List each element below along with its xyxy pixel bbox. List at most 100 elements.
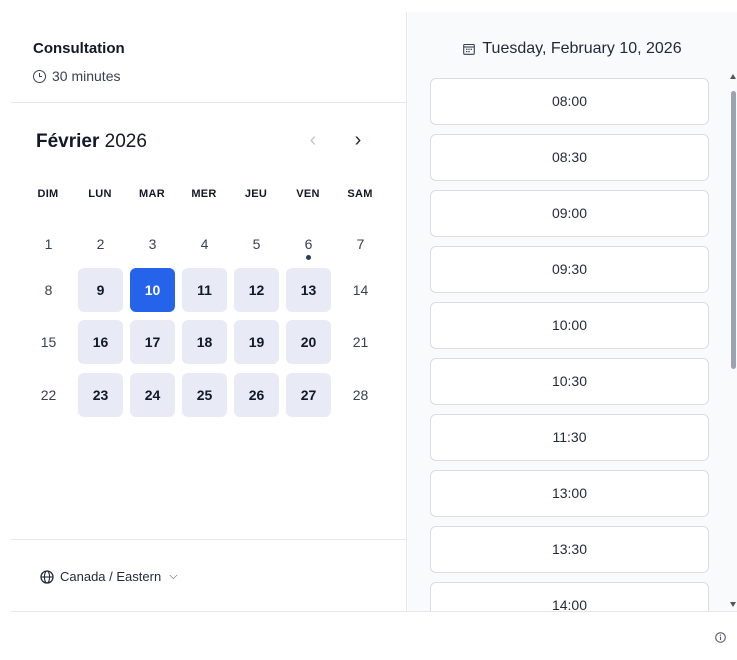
info-icon[interactable] <box>715 632 726 643</box>
selected-date: Tuesday, February 10, 2026 <box>482 40 682 57</box>
calendar-day-available[interactable]: 24 <box>130 373 175 417</box>
weekday-label: MER <box>191 188 217 200</box>
calendar-day-available[interactable]: 19 <box>234 320 279 364</box>
day-number: 22 <box>40 387 57 403</box>
footer-divider <box>11 611 737 612</box>
time-slot-button[interactable]: 14:00 <box>430 582 709 611</box>
day-number: 27 <box>300 387 317 403</box>
day-number: 26 <box>248 387 265 403</box>
day-number: 18 <box>196 334 213 350</box>
day-number: 16 <box>92 334 109 350</box>
timezone-divider <box>11 539 407 540</box>
clock-icon <box>33 69 46 83</box>
calendar-day: 15 <box>26 320 71 364</box>
selected-date-header: Tuesday, February 10, 2026 <box>408 40 737 58</box>
time-slot-button[interactable]: 13:00 <box>430 470 709 517</box>
calendar-day-available[interactable]: 11 <box>182 268 227 312</box>
time-slot-button[interactable]: 08:00 <box>430 78 709 125</box>
scroll-thumb[interactable] <box>731 91 736 369</box>
day-number: 9 <box>96 282 105 298</box>
day-number: 23 <box>92 387 109 403</box>
time-slot-button[interactable]: 11:30 <box>430 414 709 461</box>
day-number: 28 <box>352 387 369 403</box>
calendar-day: 14 <box>338 268 383 312</box>
weekday-label: MAR <box>139 188 165 200</box>
calendar-day-available[interactable]: 27 <box>286 373 331 417</box>
time-slot-button[interactable]: 09:00 <box>430 190 709 237</box>
day-number: 17 <box>144 334 161 350</box>
time-slot-button[interactable]: 09:30 <box>430 246 709 293</box>
calendar-day-available[interactable]: 13 <box>286 268 331 312</box>
timezone-selector[interactable]: Canada / Eastern ⌵ <box>40 569 178 584</box>
day-number: 25 <box>196 387 213 403</box>
calendar-day: 2 <box>78 222 123 266</box>
calendar-day: 5 <box>234 222 279 266</box>
event-header: Consultation 30 minutes <box>11 12 407 103</box>
calendar-icon <box>463 43 476 55</box>
day-number: 20 <box>300 334 317 350</box>
calendar-day-available[interactable]: 17 <box>130 320 175 364</box>
calendar-day: 21 <box>338 320 383 364</box>
day-number: 5 <box>252 236 261 252</box>
calendar-day-selected[interactable]: 10 <box>130 268 175 312</box>
month-year: 2026 <box>104 131 147 152</box>
day-number: 4 <box>200 236 209 252</box>
calendar-day-available[interactable]: 26 <box>234 373 279 417</box>
time-slot-button[interactable]: 10:00 <box>430 302 709 349</box>
scroll-up-arrow[interactable] <box>730 74 736 79</box>
time-slot-button[interactable]: 13:30 <box>430 526 709 573</box>
weekday-label: SAM <box>347 188 373 200</box>
day-number: 1 <box>44 236 53 252</box>
calendar-day-available[interactable]: 25 <box>182 373 227 417</box>
chevron-left-icon: ‹ <box>309 129 317 151</box>
month-name: Février <box>36 131 100 152</box>
time-slot-button[interactable]: 08:30 <box>430 134 709 181</box>
timezone-label: Canada / Eastern <box>60 569 162 584</box>
previous-month-button[interactable]: ‹ <box>301 128 325 154</box>
event-title: Consultation <box>33 40 125 57</box>
chevron-down-icon: ⌵ <box>169 570 178 582</box>
day-number: 2 <box>96 236 105 252</box>
event-duration: 30 minutes <box>33 68 120 84</box>
today-indicator-dot <box>306 255 311 260</box>
calendar-day: 4 <box>182 222 227 266</box>
day-number: 21 <box>352 334 369 350</box>
calendar-day-available[interactable]: 12 <box>234 268 279 312</box>
day-number: 12 <box>248 282 265 298</box>
calendar-day: 28 <box>338 373 383 417</box>
month-label: Février 2026 <box>36 131 147 153</box>
time-slot-button[interactable]: 10:30 <box>430 358 709 405</box>
calendar-day-available[interactable]: 20 <box>286 320 331 364</box>
chevron-right-icon: › <box>354 129 362 151</box>
next-month-button[interactable]: › <box>346 128 370 154</box>
day-number: 8 <box>44 282 53 298</box>
calendar-panel: Consultation 30 minutes Février 2026 ‹ ›… <box>11 12 407 611</box>
day-number: 14 <box>352 282 369 298</box>
calendar-day-available[interactable]: 9 <box>78 268 123 312</box>
calendar-day: 1 <box>26 222 71 266</box>
weekday-label: LUN <box>88 188 112 200</box>
time-slot-panel: Tuesday, February 10, 2026 08:00 08:30 09:… <box>408 12 737 611</box>
weekday-label: DIM <box>37 188 59 200</box>
duration-label: 30 minutes <box>52 68 121 84</box>
day-number: 15 <box>40 334 57 350</box>
scroll-down-arrow[interactable] <box>730 602 736 607</box>
calendar-day-available[interactable]: 23 <box>78 373 123 417</box>
calendar-day-available[interactable]: 16 <box>78 320 123 364</box>
day-number: 24 <box>144 387 161 403</box>
day-number: 11 <box>197 282 212 298</box>
day-number: 6 <box>304 236 313 252</box>
calendar-day: 3 <box>130 222 175 266</box>
booking-widget: Consultation 30 minutes Février 2026 ‹ ›… <box>11 12 737 611</box>
calendar-day-today: 6 <box>286 222 331 266</box>
calendar-day-available[interactable]: 18 <box>182 320 227 364</box>
day-number: 10 <box>144 282 161 298</box>
day-number: 3 <box>148 236 157 252</box>
calendar-day: 7 <box>338 222 383 266</box>
weekday-label: JEU <box>244 188 268 200</box>
weekday-label: VEN <box>296 188 320 200</box>
calendar-day: 22 <box>26 373 71 417</box>
globe-icon <box>40 569 54 584</box>
calendar-day: 8 <box>26 268 71 312</box>
slot-scrollbar[interactable] <box>728 74 737 611</box>
